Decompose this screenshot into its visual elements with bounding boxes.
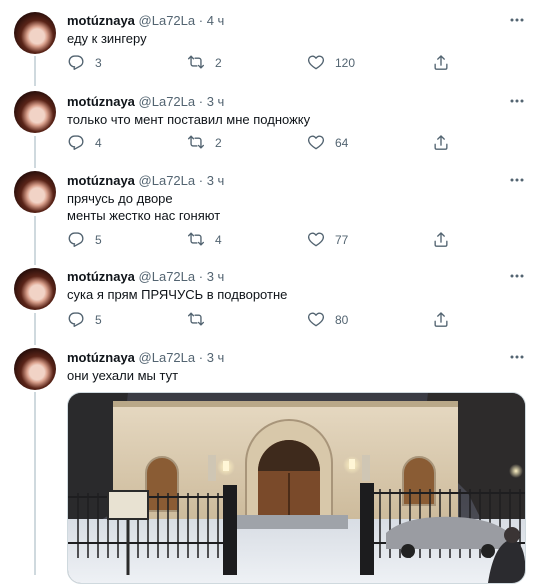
more-icon[interactable] <box>509 349 525 365</box>
tweet-photo[interactable] <box>67 392 526 584</box>
separator-dot: · <box>198 350 204 365</box>
tweet-timestamp[interactable]: 3 ч <box>207 350 225 365</box>
tweet[interactable]: motúznaya @La72La · 3 ч они уехали мы ту… <box>0 0 537 584</box>
night-building-photo <box>68 393 525 583</box>
author-handle[interactable]: @La72La <box>139 350 196 365</box>
tweet-text: они уехали мы тут <box>67 368 179 383</box>
tweet-header: motúznaya @La72La · 3 ч <box>67 349 224 366</box>
author-name[interactable]: motúznaya <box>67 350 135 365</box>
avatar[interactable] <box>14 348 56 390</box>
